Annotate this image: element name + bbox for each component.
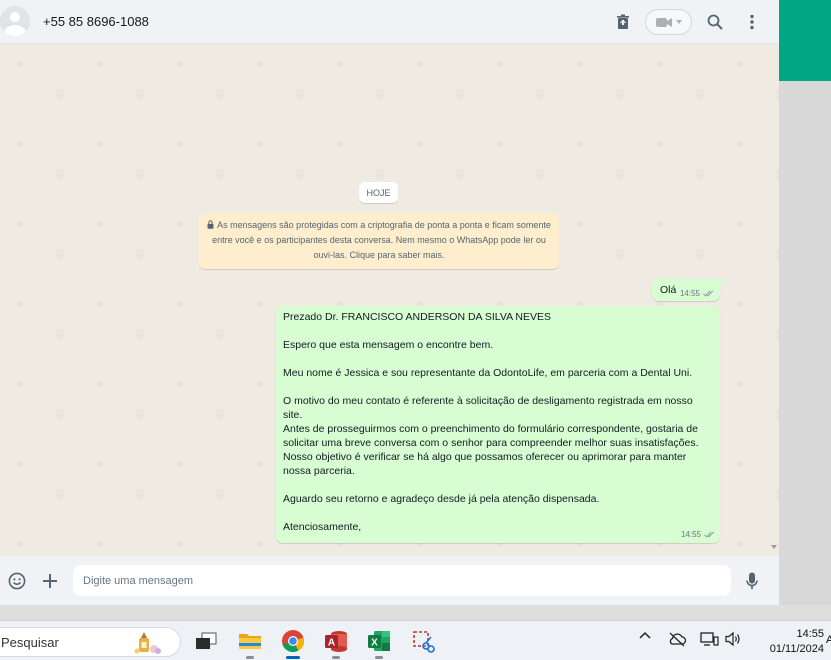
volume-icon[interactable] (723, 631, 743, 647)
message-bubble-outgoing[interactable]: Olá 14:55 (652, 279, 726, 301)
chrome-button[interactable] (279, 627, 307, 659)
running-indicator (246, 656, 254, 659)
message-bubble-outgoing[interactable]: Prezado Dr. FRANCISCO ANDERSON DA SILVA … (276, 306, 720, 543)
message-line: O motivo do meu contato é referente à so… (283, 395, 693, 421)
taskbar: Pesquisar A X 14:55 01/11/2024 A (0, 620, 831, 660)
date-divider: HOJE (359, 182, 398, 203)
contact-name[interactable]: +55 85 8696-1088 (43, 14, 149, 29)
video-call-icon (655, 17, 672, 27)
message-meta: 14:55 (681, 530, 715, 539)
message-line: Atenciosamente, (283, 521, 362, 533)
clipped-tray-text: A (826, 634, 831, 646)
message-line: Nosso objetivo é verificar se há algo qu… (283, 451, 687, 477)
clock-date: 01/11/2024 (769, 643, 824, 655)
message-time: 14:55 (680, 530, 701, 539)
double-check-icon (704, 531, 715, 538)
message-text: Prezado Dr. FRANCISCO ANDERSON DA SILVA … (283, 310, 708, 534)
clock-time: 14:55 (796, 628, 824, 640)
message-text: Olá (660, 284, 677, 296)
svg-text:A: A (328, 638, 335, 649)
excel-icon: X (368, 631, 390, 651)
onedrive-offline-icon[interactable] (667, 631, 687, 647)
snipping-tool-icon (413, 631, 435, 653)
running-indicator (332, 656, 340, 659)
task-view-button[interactable] (192, 627, 220, 655)
network-icon[interactable] (699, 631, 719, 647)
encryption-notice[interactable]: As mensagens são protegidas com a cripto… (199, 213, 559, 269)
svg-text:X: X (371, 638, 378, 649)
whatsapp-window: +55 85 8696-1088 HOJE As mensagens são p… (0, 0, 779, 605)
folder-icon (239, 634, 261, 649)
message-line: Prezado Dr. FRANCISCO ANDERSON DA SILVA … (283, 311, 552, 323)
double-check-icon (703, 290, 714, 297)
message-line: Espero que esta mensagem o encontre bem. (283, 339, 494, 351)
delete-icon[interactable] (614, 10, 632, 34)
taskbar-search[interactable]: Pesquisar (0, 627, 181, 657)
excel-button[interactable]: X (365, 627, 393, 659)
access-icon: A (325, 631, 347, 652)
taskbar-search-label: Pesquisar (1, 635, 59, 650)
mic-icon[interactable] (741, 570, 763, 592)
chat-scrollbar[interactable] (770, 44, 779, 556)
menu-icon[interactable] (742, 10, 762, 34)
contact-avatar[interactable] (0, 6, 30, 36)
encryption-notice-text: As mensagens são protegidas com a cripto… (212, 220, 551, 260)
message-line: Aguardo seu retorno e agradeço desde já … (283, 493, 600, 505)
chevron-down-icon (675, 20, 682, 24)
active-indicator (286, 656, 300, 659)
file-explorer-button[interactable] (236, 627, 264, 659)
chat-header: +55 85 8696-1088 (0, 0, 779, 44)
access-button[interactable]: A (322, 627, 350, 659)
background-panel (779, 81, 831, 605)
show-hidden-icons-chevron[interactable] (637, 631, 653, 639)
lock-icon (207, 220, 214, 229)
taskbar-clock[interactable]: 14:55 01/11/2024 (756, 627, 824, 657)
chrome-icon (282, 630, 305, 653)
window-gap (0, 605, 831, 620)
message-meta: 14:55 (680, 289, 714, 298)
video-call-button[interactable] (645, 9, 692, 35)
search-highlight-icon (134, 632, 161, 654)
accent-strip (779, 0, 831, 81)
compose-bar (0, 556, 779, 605)
running-indicator (375, 656, 383, 659)
message-time: 14:55 (679, 289, 700, 298)
snipping-tool-button[interactable] (409, 627, 437, 655)
message-line: Antes de prosseguirmos com o preenchimen… (283, 423, 699, 449)
scroll-down-arrow[interactable] (771, 545, 777, 549)
search-icon[interactable] (704, 10, 726, 34)
message-input[interactable] (73, 565, 731, 596)
message-line: Meu nome é Jessica e sou representante d… (283, 367, 693, 379)
emoji-icon[interactable] (6, 570, 28, 592)
chevron-up-icon (639, 631, 651, 639)
bubble-tail (720, 279, 726, 287)
plus-icon[interactable] (39, 570, 61, 592)
task-view-icon (196, 632, 217, 649)
